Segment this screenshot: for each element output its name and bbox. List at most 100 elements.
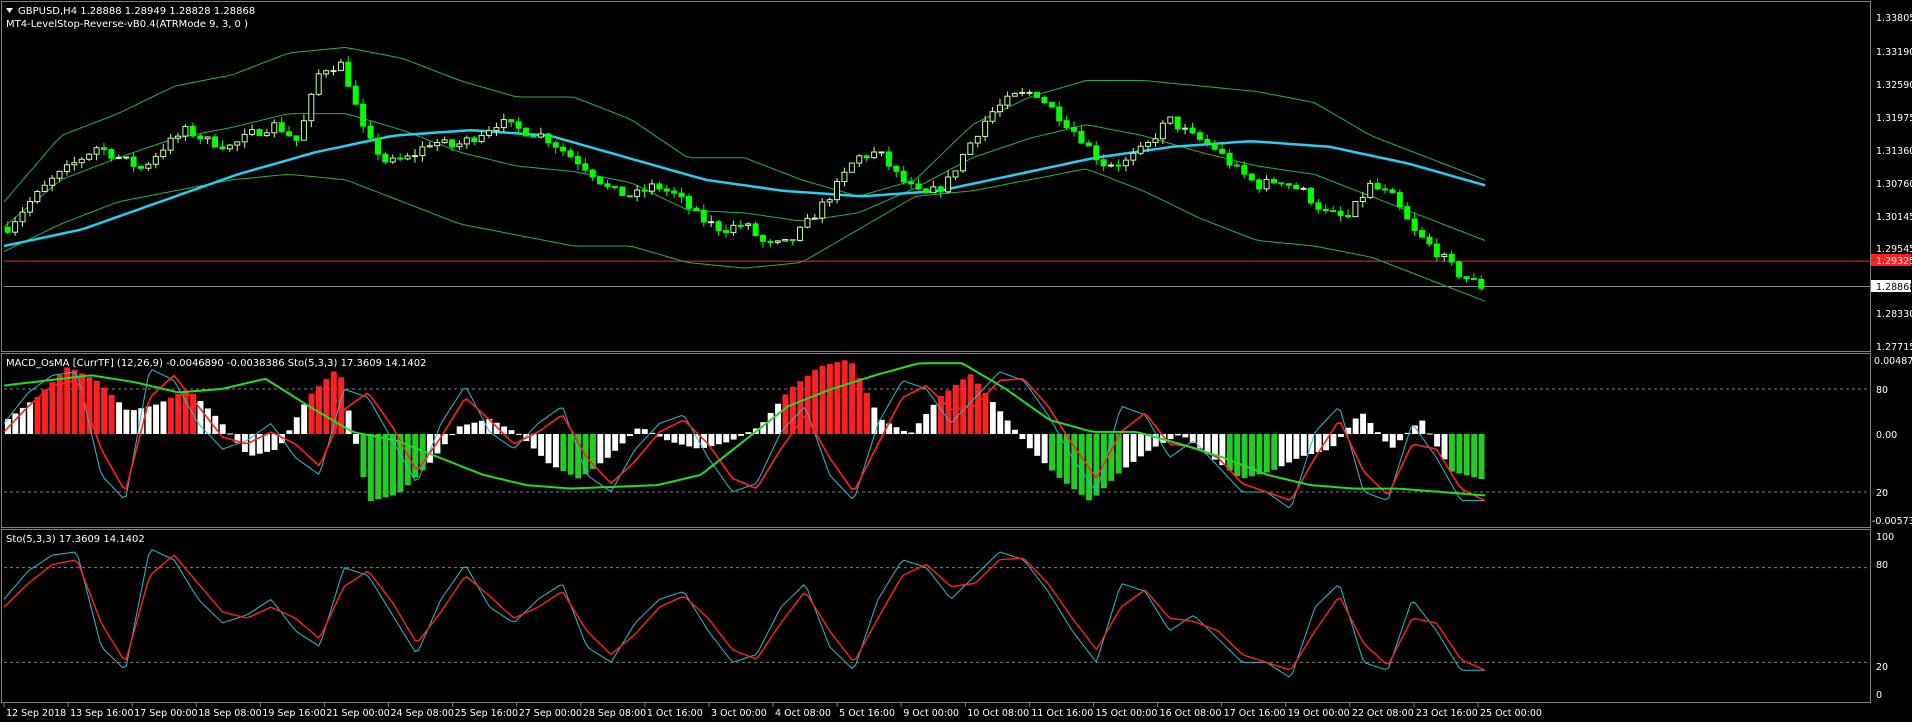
macd-scale-label: 20 — [1876, 488, 1888, 499]
macd-pane[interactable] — [3, 360, 1870, 509]
time-label: 3 Oct 00:00 — [711, 708, 767, 719]
macd-histogram-bar — [49, 382, 56, 434]
macd-histogram-bar — [1056, 434, 1063, 478]
candle-body — [1367, 182, 1374, 198]
candle-body — [337, 61, 344, 72]
chart-canvas[interactable]: GBPUSD,H4 1.28888 1.28949 1.28828 1.2886… — [0, 0, 1912, 722]
candle-body — [1100, 159, 1107, 167]
macd-histogram-bar — [782, 394, 789, 434]
candle-body — [189, 125, 196, 137]
candle-body — [315, 73, 322, 95]
candle-body — [1270, 178, 1277, 184]
candle-body — [804, 217, 811, 228]
candle-body — [1026, 91, 1033, 94]
macd-histogram-bar — [567, 434, 574, 475]
candle-body — [367, 125, 374, 139]
moving-average-line — [3, 128, 1486, 248]
candle-body — [826, 199, 833, 203]
macd-histogram-bar — [627, 434, 633, 436]
sto-axis[interactable]: 100 80 20 0 — [1876, 532, 1894, 701]
candle-body — [945, 176, 952, 193]
candle-body — [693, 207, 700, 211]
time-label: 19 Oct 00:00 — [1288, 708, 1350, 719]
stop-level-label: 1.29325 — [1876, 256, 1912, 267]
macd-histogram-bar — [1330, 434, 1337, 447]
macd-histogram-bar — [1367, 422, 1374, 434]
candle-body — [123, 156, 130, 159]
macd-histogram-bar — [508, 430, 515, 434]
macd-histogram-bar — [271, 434, 278, 451]
candle-body — [663, 188, 670, 192]
candle-body — [1433, 243, 1440, 257]
candle-body — [1263, 178, 1270, 190]
candle-body — [212, 136, 219, 148]
candle-body — [1345, 215, 1352, 218]
candle-body — [1226, 152, 1233, 166]
macd-axis[interactable]: 0.0048775 80 0.00 20 -0.0057335 — [1872, 356, 1912, 527]
candle-body — [752, 223, 759, 237]
collapse-triangle-icon[interactable] — [6, 8, 13, 13]
macd-histogram-bar — [42, 389, 48, 434]
macd-histogram-bar — [1026, 434, 1033, 449]
macd-histogram-bar — [1278, 434, 1285, 467]
candle-body — [1322, 208, 1329, 212]
price-axis[interactable]: 1.33805 1.33190 1.32590 1.31975 1.31360 … — [1871, 13, 1912, 353]
candle-body — [389, 157, 396, 163]
time-label: 27 Sep 00:00 — [519, 708, 582, 719]
candle-body — [856, 155, 863, 164]
candle-body — [1426, 236, 1433, 245]
time-label: 28 Sep 08:00 — [583, 708, 646, 719]
macd-histogram-bar — [797, 381, 804, 434]
candle-body — [700, 209, 707, 223]
candle-body — [1108, 164, 1115, 167]
macd-histogram-bar — [353, 434, 359, 444]
bollinger-middle-band — [3, 113, 1486, 241]
macd-scale-label: 0.00 — [1876, 430, 1897, 441]
candle-body — [1396, 192, 1403, 208]
candle-body — [1122, 159, 1129, 167]
macd-histogram-bar — [819, 365, 826, 434]
candle-body — [1056, 106, 1063, 122]
macd-sto-signal-line — [3, 374, 1486, 502]
macd-histogram-bar — [723, 434, 730, 443]
trading-chart-window[interactable]: GBPUSD,H4 1.28888 1.28949 1.28828 1.2886… — [0, 0, 1912, 722]
macd-histogram-bar — [264, 434, 271, 452]
macd-histogram-bar — [804, 375, 811, 434]
macd-scale-label: 80 — [1876, 385, 1888, 396]
price-label: 1.32590 — [1876, 80, 1912, 91]
candle-body — [19, 211, 26, 223]
time-axis[interactable]: 12 Sep 2018 13 Sep 16:00 17 Sep 00:00 18 Se… — [3, 703, 1542, 719]
candle-body — [63, 164, 70, 172]
price-label: 1.33190 — [1876, 47, 1912, 58]
candle-body — [4, 226, 11, 233]
candle-body — [1441, 253, 1448, 257]
candle-body — [1233, 164, 1240, 167]
candle-body — [226, 144, 233, 150]
candle-body — [915, 183, 922, 190]
candle-body — [456, 143, 463, 148]
macd-histogram-bar — [1286, 434, 1292, 463]
candle-body — [574, 156, 581, 165]
stochastic-pane[interactable] — [3, 549, 1870, 678]
candle-body — [1330, 210, 1337, 213]
macd-histogram-bar — [1241, 434, 1248, 479]
candle-body — [730, 224, 737, 233]
macd-histogram-bar — [841, 360, 848, 434]
macd-histogram-bar — [708, 434, 715, 447]
price-label: 1.31360 — [1876, 146, 1912, 157]
macd-histogram-bar — [863, 392, 870, 434]
macd-histogram-bar — [1374, 432, 1381, 434]
candle-body — [582, 163, 589, 171]
time-label: 16 Oct 08:00 — [1160, 708, 1222, 719]
macd-histogram-bar — [167, 397, 174, 434]
macd-histogram-bar — [130, 410, 137, 434]
macd-histogram-bar — [464, 424, 471, 434]
candle-body — [656, 183, 663, 190]
macd-histogram-bar — [1471, 434, 1478, 478]
macd-histogram-bar — [893, 427, 900, 434]
price-label: 1.27715 — [1876, 342, 1912, 353]
candle-body — [1359, 196, 1366, 203]
price-pane[interactable] — [3, 46, 1870, 302]
macd-histogram-bar — [1352, 418, 1359, 434]
candle-body — [263, 132, 270, 136]
